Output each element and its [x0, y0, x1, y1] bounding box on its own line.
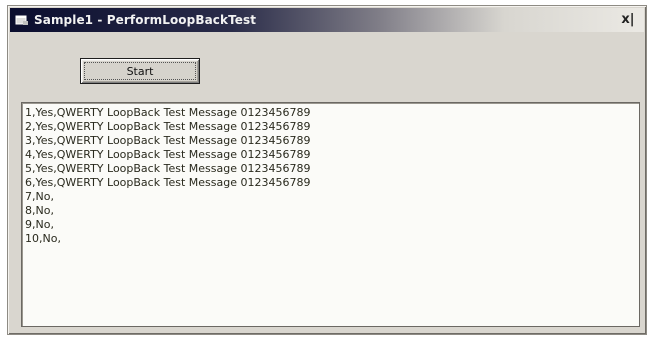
output-line: 9,No, — [25, 218, 54, 231]
output-line: 5,Yes,QWERTY LoopBack Test Message 01234… — [25, 162, 311, 175]
output-line: 3,Yes,QWERTY LoopBack Test Message 01234… — [25, 134, 311, 147]
close-icon[interactable]: x| — [620, 12, 636, 28]
output-line: 8,No, — [25, 204, 54, 217]
output-line: 6,Yes,QWERTY LoopBack Test Message 01234… — [25, 176, 311, 189]
app-window-icon[interactable] — [15, 13, 29, 27]
output-listbox[interactable]: 1,Yes,QWERTY LoopBack Test Message 01234… — [21, 102, 640, 327]
main-window: Sample1 - PerformLoopBackTest x| Start 1… — [7, 5, 647, 335]
output-line: 1,Yes,QWERTY LoopBack Test Message 01234… — [25, 106, 311, 119]
output-line: 2,Yes,QWERTY LoopBack Test Message 01234… — [25, 120, 311, 133]
output-line: 10,No, — [25, 232, 61, 245]
window-title: Sample1 - PerformLoopBackTest — [34, 13, 257, 27]
start-button[interactable]: Start — [80, 58, 200, 84]
output-line: 4,Yes,QWERTY LoopBack Test Message 01234… — [25, 148, 311, 161]
output-line: 7,No, — [25, 190, 54, 203]
title-bar[interactable]: Sample1 - PerformLoopBackTest x| — [10, 8, 644, 32]
